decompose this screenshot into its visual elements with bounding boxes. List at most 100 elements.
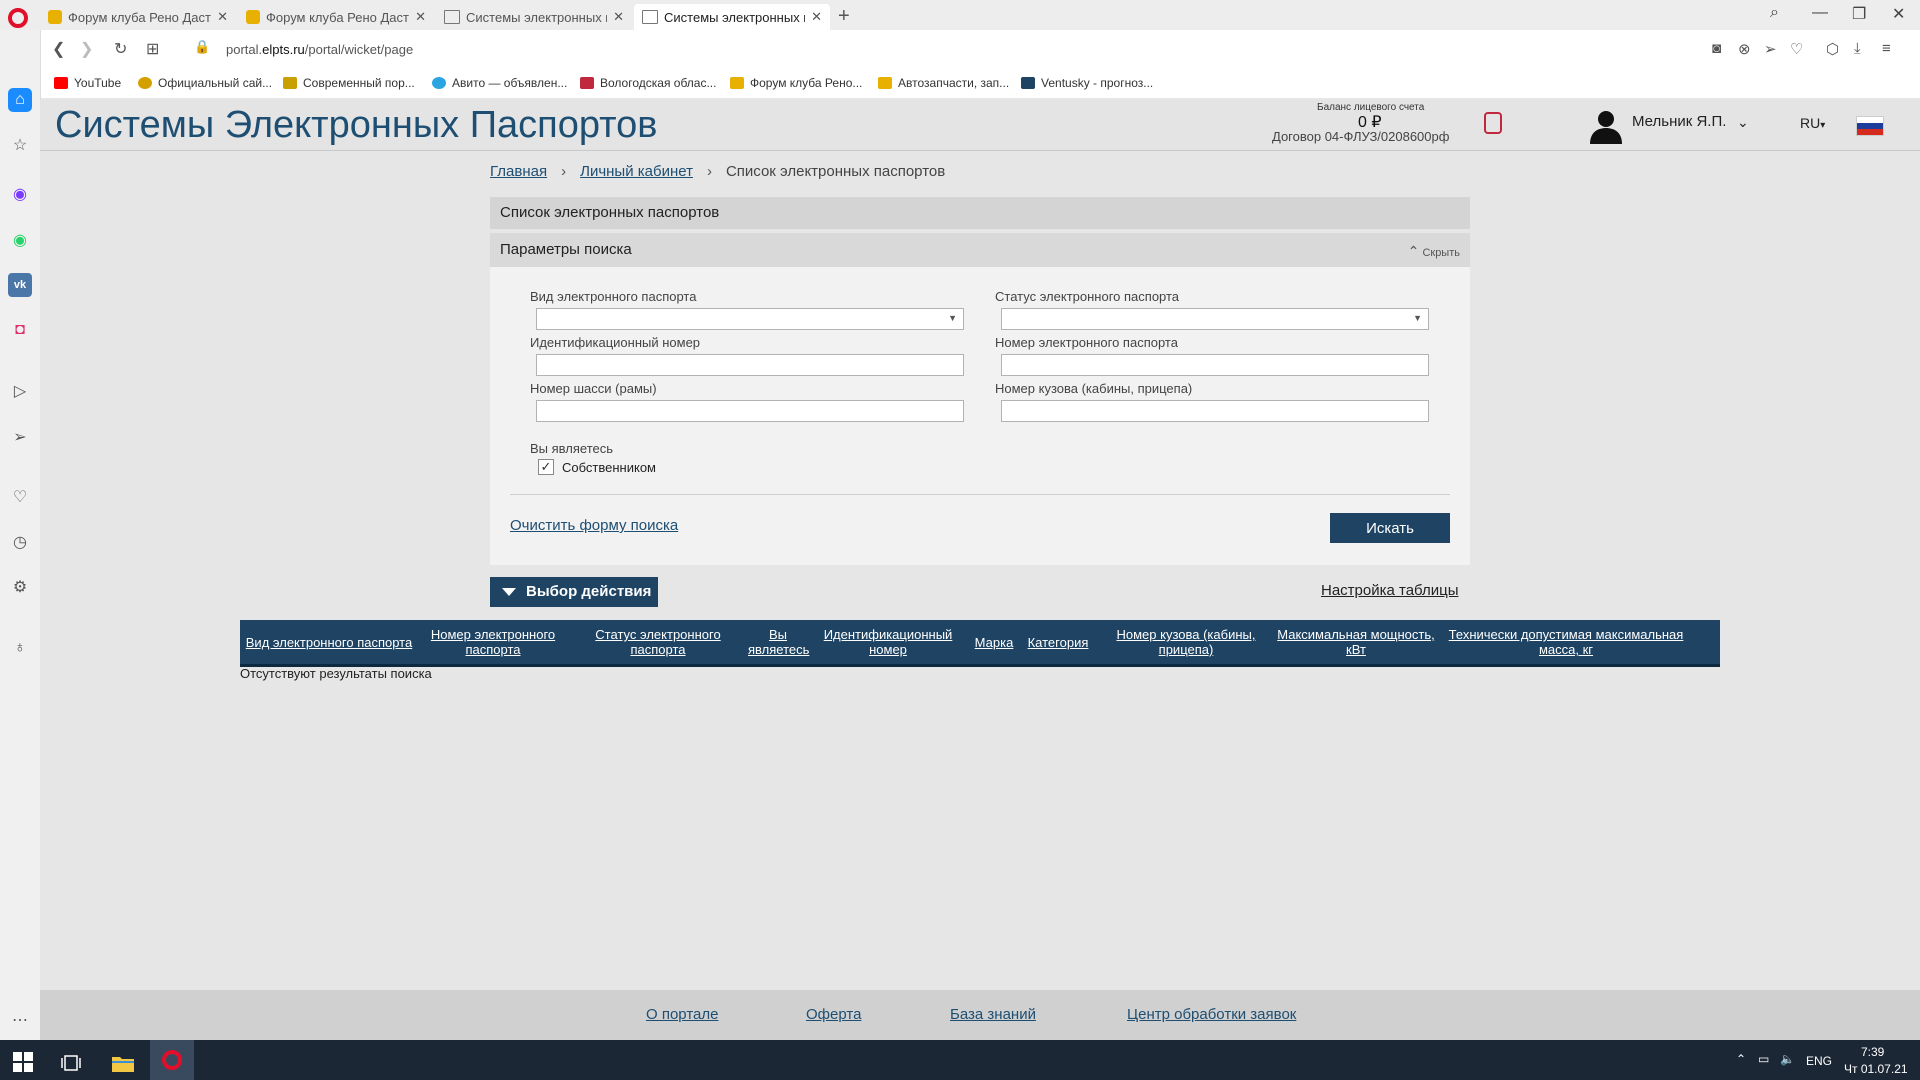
- vk-icon[interactable]: vk: [8, 273, 32, 297]
- column-header[interactable]: Марка: [968, 635, 1020, 650]
- browser-tab[interactable]: Форум клуба Рено Дастер ✕: [40, 4, 236, 30]
- footer-link-knowledge-base[interactable]: База знаний: [950, 1006, 1036, 1023]
- hide-toggle[interactable]: ⌃ Скрыть: [1408, 243, 1460, 260]
- search-tabs-icon[interactable]: ⌕: [1770, 4, 1779, 22]
- passport-status-select[interactable]: ▼: [1001, 308, 1429, 330]
- vin-input[interactable]: [536, 354, 964, 376]
- footer-link-request-center[interactable]: Центр обработки заявок: [1127, 1006, 1296, 1023]
- bookmark-official-site[interactable]: Официальный сай...: [138, 76, 272, 90]
- forward-icon[interactable]: ❯: [80, 39, 93, 59]
- close-window-icon[interactable]: ✕: [1892, 4, 1905, 24]
- menu-icon[interactable]: ≡: [1882, 40, 1891, 57]
- column-header[interactable]: Максимальная мощность, кВт: [1276, 627, 1436, 657]
- bookmark-forum[interactable]: Форум клуба Рено...: [730, 76, 862, 90]
- more-dots-icon[interactable]: ⋯: [8, 1008, 32, 1032]
- address-bar: ❮ ❯ ↻ ⊞ 🔒 portal.elpts.ru/portal/wicket/…: [40, 30, 1920, 71]
- player-icon[interactable]: ▷: [8, 379, 32, 403]
- bookmark-youtube[interactable]: YouTube: [54, 76, 121, 90]
- heart-icon[interactable]: ♡: [8, 485, 32, 509]
- language-indicator[interactable]: ENG: [1806, 1054, 1832, 1068]
- adblock-icon[interactable]: ⊗: [1738, 40, 1751, 58]
- footer-link-offer[interactable]: Оферта: [806, 1006, 861, 1023]
- chevron-down-icon[interactable]: ⌄: [1737, 114, 1749, 131]
- download-icon[interactable]: ⤓: [1854, 40, 1861, 57]
- column-header[interactable]: Статус электронного паспорта: [568, 627, 748, 657]
- volume-icon[interactable]: 🔈: [1780, 1052, 1795, 1066]
- close-tab-icon[interactable]: ✕: [415, 9, 426, 25]
- bookmark-modern-portal[interactable]: Современный пор...: [283, 76, 415, 90]
- user-name[interactable]: Мельник Я.П.: [1632, 113, 1726, 130]
- passport-type-select[interactable]: ▼: [536, 308, 964, 330]
- bookmark-vologda[interactable]: Вологодская облас...: [580, 76, 716, 90]
- chassis-input[interactable]: [536, 400, 964, 422]
- column-header[interactable]: Вы являетесь: [748, 627, 809, 657]
- user-avatar-icon[interactable]: [1588, 108, 1624, 144]
- tab-grid-icon[interactable]: ⊞: [146, 39, 159, 59]
- browser-tab[interactable]: Системы электронных пас ✕: [436, 4, 632, 30]
- instagram-icon[interactable]: ◘: [8, 318, 32, 342]
- search-button[interactable]: Искать: [1330, 513, 1450, 543]
- url-field[interactable]: portal.elpts.ru/portal/wicket/page: [226, 42, 413, 57]
- windows-start-icon[interactable]: [13, 1050, 33, 1074]
- close-tab-icon[interactable]: ✕: [613, 9, 624, 25]
- home-icon[interactable]: ⌂: [8, 88, 32, 112]
- cube-icon[interactable]: ⬡: [1826, 40, 1839, 58]
- new-tab-plus-icon[interactable]: +: [838, 5, 850, 28]
- opera-taskbar-button[interactable]: [150, 1040, 194, 1080]
- body-number-input[interactable]: [1001, 400, 1429, 422]
- clear-search-link[interactable]: Очистить форму поиска: [510, 517, 678, 534]
- tips-bulb-icon[interactable]: ♁: [8, 636, 32, 660]
- browser-tab[interactable]: Форум клуба Рено Дастер ✕: [238, 4, 434, 30]
- breadcrumb-cabinet[interactable]: Личный кабинет: [580, 163, 693, 180]
- forum-favicon-icon: [48, 10, 62, 24]
- minimize-icon[interactable]: —: [1812, 4, 1828, 22]
- send-icon[interactable]: ➢: [1764, 40, 1777, 58]
- reload-icon[interactable]: ↻: [114, 39, 127, 59]
- opera-logo-icon[interactable]: [8, 8, 28, 28]
- wallet-icon[interactable]: [1484, 112, 1502, 134]
- dropdown-arrow-icon: ▼: [1413, 313, 1422, 323]
- column-header[interactable]: Категория: [1020, 635, 1096, 650]
- close-tab-icon[interactable]: ✕: [217, 9, 228, 25]
- tray-expand-icon[interactable]: ⌃: [1736, 1052, 1746, 1066]
- search-params-header: Параметры поиска ⌃ Скрыть: [490, 233, 1470, 267]
- table-settings-link[interactable]: Настройка таблицы: [1321, 582, 1458, 599]
- russia-flag-icon[interactable]: [1856, 116, 1884, 136]
- network-icon[interactable]: ▭: [1758, 1052, 1769, 1066]
- file-explorer-icon[interactable]: [112, 1051, 134, 1075]
- messenger-icon[interactable]: ◉: [8, 182, 32, 206]
- send-icon[interactable]: ➢: [8, 425, 32, 449]
- site-title[interactable]: Системы Электронных Паспортов: [55, 104, 657, 147]
- owner-checkbox-label[interactable]: Собственником: [562, 460, 656, 475]
- column-header[interactable]: Вид электронного паспорта: [240, 635, 418, 650]
- settings-gear-icon[interactable]: ⚙: [8, 575, 32, 599]
- clock-date[interactable]: Чт 01.07.21: [1844, 1062, 1908, 1076]
- column-header[interactable]: Номер электронного паспорта: [418, 627, 568, 657]
- language-selector[interactable]: RU▾: [1800, 115, 1825, 131]
- owner-checkbox[interactable]: ✓: [538, 459, 554, 475]
- column-header[interactable]: Технически допустимая максимальная масса…: [1436, 627, 1696, 657]
- search-params-panel: Параметры поиска ⌃ Скрыть Вид электронно…: [490, 233, 1470, 565]
- browser-tab-active[interactable]: Системы электронных пас ✕: [634, 4, 830, 30]
- whatsapp-icon[interactable]: ◉: [8, 228, 32, 252]
- bookmark-avito[interactable]: Авито — объявлен...: [432, 76, 567, 90]
- column-header[interactable]: Номер кузова (кабины, прицепа): [1096, 627, 1276, 657]
- task-view-icon[interactable]: [61, 1051, 81, 1075]
- heart-icon[interactable]: ♡: [1790, 40, 1803, 58]
- camera-icon[interactable]: ◙: [1712, 40, 1721, 57]
- passport-number-input[interactable]: [1001, 354, 1429, 376]
- restore-icon[interactable]: ❐: [1852, 4, 1866, 24]
- vin-label: Идентификационный номер: [530, 335, 701, 350]
- footer-link-about[interactable]: О портале: [646, 1006, 718, 1023]
- passport-type-label: Вид электронного паспорта: [530, 289, 697, 304]
- column-header[interactable]: Идентификационный номер: [808, 627, 968, 657]
- speed-dial-icon[interactable]: ☆: [8, 133, 32, 157]
- bookmark-ventusky[interactable]: Ventusky - прогноз...: [1021, 76, 1153, 90]
- close-tab-icon[interactable]: ✕: [811, 9, 822, 25]
- select-action-button[interactable]: Выбор действия: [490, 577, 658, 607]
- breadcrumb-home[interactable]: Главная: [490, 163, 547, 180]
- clock-time[interactable]: 7:39: [1861, 1045, 1884, 1059]
- history-icon[interactable]: ◷: [8, 530, 32, 554]
- back-icon[interactable]: ❮: [52, 39, 65, 59]
- bookmark-autoparts[interactable]: Автозапчасти, зап...: [878, 76, 1009, 90]
